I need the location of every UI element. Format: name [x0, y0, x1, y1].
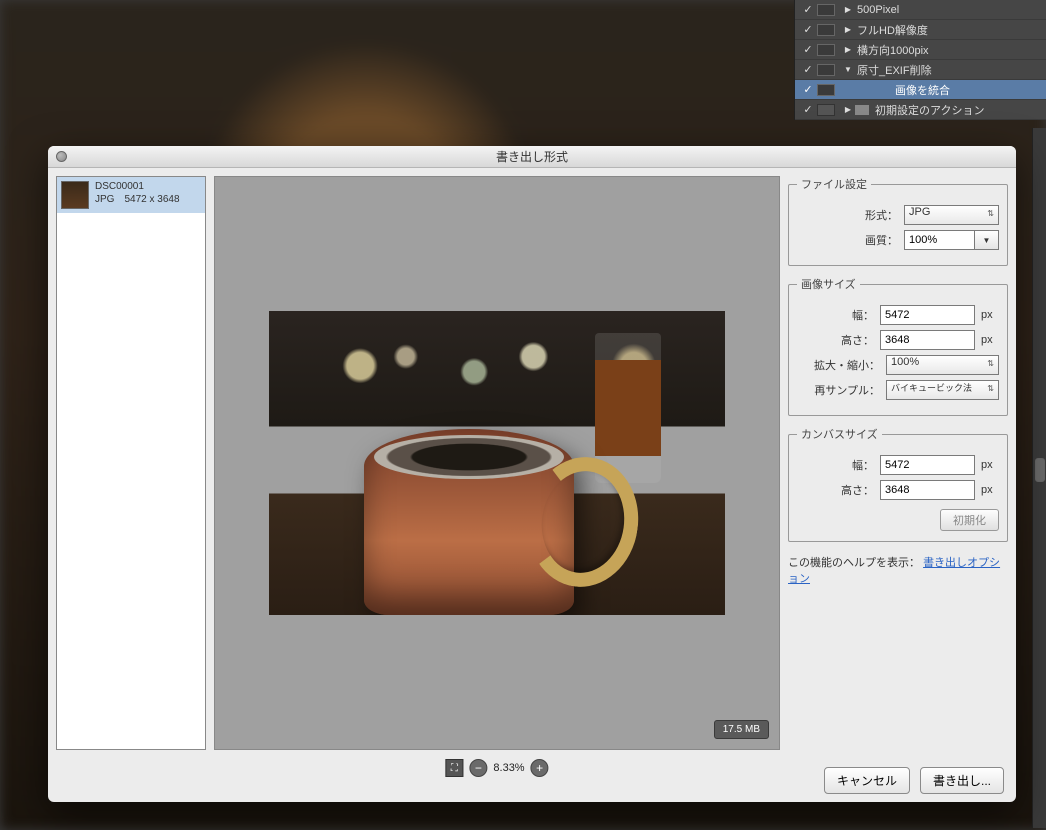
canvas-height-label: 高さ： [841, 482, 874, 498]
resample-select[interactable]: バイキュービック法 ⇅ [886, 380, 999, 400]
chevron-down-icon[interactable]: ▼ [974, 230, 999, 250]
action-row-default[interactable]: ✓ ▶ 初期設定のアクション [795, 100, 1046, 120]
checkbox-icon[interactable] [817, 44, 835, 56]
checkbox-icon[interactable] [817, 4, 835, 16]
thumbnail [61, 181, 89, 209]
width-label: 幅： [852, 307, 874, 323]
photo-mug [364, 429, 574, 615]
action-label: 画像を統合 [855, 82, 1042, 98]
check-icon: ✓ [799, 103, 817, 116]
action-row-exif[interactable]: ✓ ▼ 原寸_EXIF削除 [795, 60, 1046, 80]
quality-label: 画質： [865, 232, 898, 248]
unit-px: px [981, 484, 999, 496]
fieldset-image-size: 画像サイズ 幅： px 高さ： px 拡大・縮小： 100% ⇅ [788, 276, 1008, 416]
unit-px: px [981, 459, 999, 471]
scale-select[interactable]: 100% ⇅ [886, 355, 999, 375]
scale-value: 100% [891, 356, 919, 368]
disclosure-icon[interactable]: ▶ [841, 5, 855, 14]
action-row-merge[interactable]: ✓ 画像を統合 [795, 80, 1046, 100]
quality-field[interactable] [904, 230, 974, 250]
format-label: 形式： [865, 207, 898, 223]
action-row-500pixel[interactable]: ✓ ▶ 500Pixel [795, 0, 1046, 20]
check-icon: ✓ [799, 83, 817, 96]
action-row-1000pix[interactable]: ✓ ▶ 横方向1000pix [795, 40, 1046, 60]
action-label: 初期設定のアクション [873, 102, 1042, 118]
check-icon: ✓ [799, 43, 817, 56]
canvas-height-input[interactable] [880, 480, 975, 500]
check-icon: ✓ [799, 23, 817, 36]
zoom-in-icon[interactable]: + [531, 759, 549, 777]
legend-file-settings: ファイル設定 [797, 176, 871, 192]
chevron-updown-icon: ⇅ [987, 359, 994, 368]
export-button[interactable]: 書き出し... [920, 767, 1004, 794]
file-row[interactable]: DSC00001 JPG 5472 x 3648 [57, 177, 205, 213]
titlebar[interactable]: 書き出し形式 [48, 146, 1016, 168]
legend-image-size: 画像サイズ [797, 276, 860, 292]
preview-image [269, 311, 725, 615]
settings-panel: ファイル設定 形式： JPG ⇅ 画質： ▼ 画像サイズ [788, 176, 1008, 750]
unit-px: px [981, 309, 999, 321]
dialog-title: 書き出し形式 [496, 148, 568, 165]
file-ext: JPG [95, 194, 114, 205]
checkbox-icon[interactable] [817, 64, 835, 76]
cancel-button[interactable]: キャンセル [824, 767, 910, 794]
action-label: 原寸_EXIF削除 [855, 62, 1042, 78]
file-dims: 5472 x 3648 [124, 194, 179, 205]
quality-input[interactable]: ▼ [904, 230, 999, 250]
filesize-badge: 17.5 MB [714, 720, 769, 739]
reset-button[interactable]: 初期化 [940, 509, 999, 531]
disclosure-icon[interactable]: ▼ [841, 65, 855, 74]
zoom-level: 8.33% [493, 762, 524, 774]
checkbox-icon[interactable] [817, 24, 835, 36]
scrollbar[interactable] [1032, 128, 1046, 828]
chevron-updown-icon: ⇅ [987, 384, 994, 393]
scrollbar-thumb[interactable] [1035, 458, 1045, 482]
file-info: DSC00001 JPG 5472 x 3648 [95, 181, 180, 209]
help-line: この機能のヘルプを表示： 書き出しオプション [788, 554, 1008, 586]
format-select[interactable]: JPG ⇅ [904, 205, 999, 225]
unit-px: px [981, 334, 999, 346]
resample-label: 再サンプル： [814, 382, 880, 398]
action-row-fullhd[interactable]: ✓ ▶ フルHD解像度 [795, 20, 1046, 40]
fieldset-file-settings: ファイル設定 形式： JPG ⇅ 画質： ▼ [788, 176, 1008, 266]
file-name: DSC00001 [95, 181, 180, 192]
export-dialog: 書き出し形式 DSC00001 JPG 5472 x 3648 [48, 146, 1016, 802]
close-icon[interactable] [56, 151, 67, 162]
fit-icon[interactable]: ⛶ [445, 759, 463, 777]
action-label: 横方向1000pix [855, 42, 1042, 58]
chevron-updown-icon: ⇅ [987, 209, 994, 218]
height-input[interactable] [880, 330, 975, 350]
disclosure-icon[interactable]: ▶ [841, 25, 855, 34]
fieldset-canvas-size: カンバスサイズ 幅： px 高さ： px 初期化 [788, 426, 1008, 542]
check-icon: ✓ [799, 3, 817, 16]
canvas-width-label: 幅： [852, 457, 874, 473]
format-value: JPG [909, 206, 930, 218]
file-list: DSC00001 JPG 5472 x 3648 [56, 176, 206, 750]
action-label: 500Pixel [855, 4, 1042, 16]
folder-icon [855, 105, 869, 115]
canvas-width-input[interactable] [880, 455, 975, 475]
disclosure-icon[interactable]: ▶ [841, 105, 855, 114]
actions-panel: ✓ ▶ 500Pixel ✓ ▶ フルHD解像度 ✓ ▶ 横方向1000pix … [794, 0, 1046, 120]
width-input[interactable] [880, 305, 975, 325]
height-label: 高さ： [841, 332, 874, 348]
scale-label: 拡大・縮小： [814, 357, 880, 373]
zoom-out-icon[interactable]: − [469, 759, 487, 777]
menu-icon[interactable] [817, 104, 835, 116]
help-prefix: この機能のヘルプを表示： [788, 557, 920, 569]
checkbox-icon[interactable] [817, 84, 835, 96]
disclosure-icon[interactable]: ▶ [841, 45, 855, 54]
preview-pane[interactable]: 17.5 MB ⛶ − 8.33% + [214, 176, 780, 750]
zoom-bar: ⛶ − 8.33% + [445, 759, 548, 777]
resample-value: バイキュービック法 [891, 383, 972, 393]
legend-canvas-size: カンバスサイズ [797, 426, 882, 442]
check-icon: ✓ [799, 63, 817, 76]
action-label: フルHD解像度 [855, 22, 1042, 38]
